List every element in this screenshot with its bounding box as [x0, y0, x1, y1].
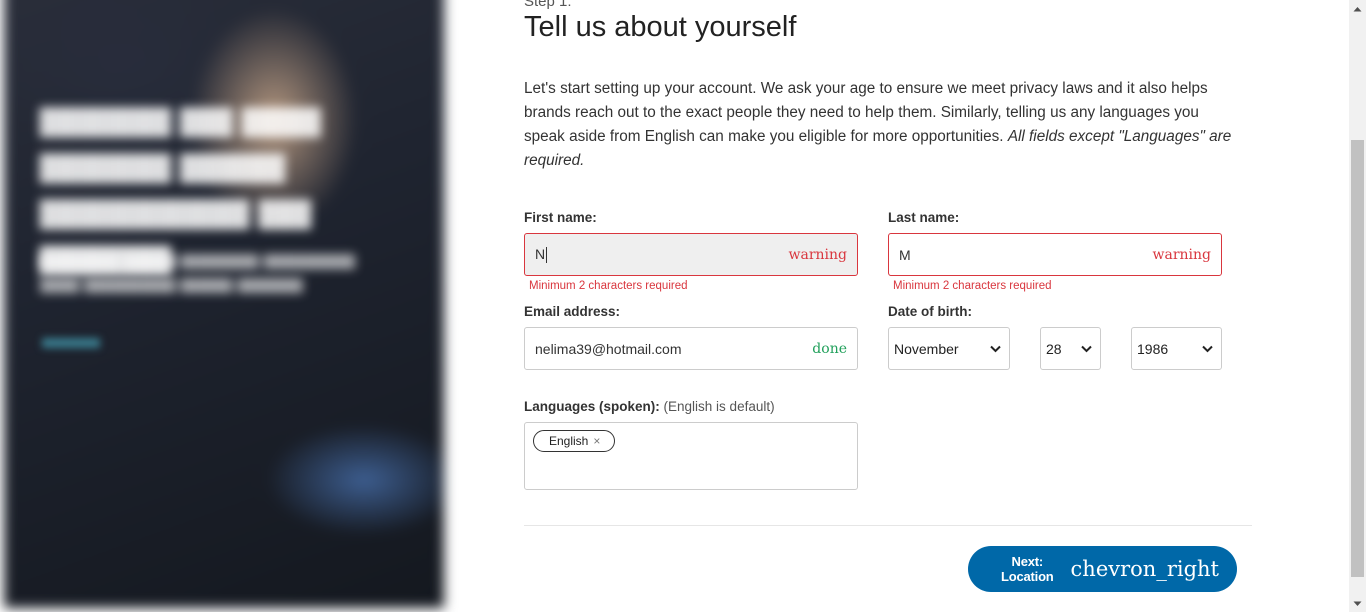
chevron-down-icon — [1081, 345, 1092, 352]
warning-icon: warning — [788, 246, 848, 263]
languages-label: Languages (spoken): (English is default) — [524, 399, 775, 414]
last-name-label: Last name: — [888, 210, 960, 225]
last-name-error: Minimum 2 characters required — [893, 280, 1052, 292]
scroll-down-icon[interactable] — [1349, 595, 1366, 612]
chevron-down-icon — [990, 345, 1001, 352]
language-chip-english[interactable]: English × — [533, 430, 616, 452]
warning-icon: warning — [1152, 246, 1212, 263]
dob-month-select[interactable]: November — [888, 327, 1010, 370]
chevron-down-icon — [1202, 345, 1213, 352]
last-name-input[interactable]: M warning — [888, 233, 1222, 276]
first-name-label: First name: — [524, 210, 597, 225]
first-name-value: N — [535, 245, 548, 264]
dob-day-select[interactable]: 28 — [1040, 327, 1101, 370]
hero-blurred-text: ▆▆▆▆▆▆ ▆▆▆▆ ▆▆▆▆▆▆ ▆▆▆▆▆▆▆ ▆▆▆ ▆▆▆▆▆▆▆ ▆… — [40, 250, 355, 293]
email-input[interactable]: nelima39@hotmail.com done — [524, 327, 858, 370]
page-title: Tell us about yourself — [524, 11, 797, 43]
step-label: Step 1: — [524, 0, 572, 10]
remove-chip-icon[interactable]: × — [593, 434, 600, 448]
next-location-button[interactable]: Next: Location chevron_right — [968, 546, 1237, 592]
language-chip-label: English — [549, 434, 589, 448]
scroll-thumb[interactable] — [1351, 140, 1364, 577]
dob-label: Date of birth: — [888, 304, 972, 319]
email-label: Email address: — [524, 304, 621, 319]
languages-label-text: Languages (spoken): — [524, 399, 660, 414]
first-name-error: Minimum 2 characters required — [529, 280, 688, 292]
chevron-right-icon: chevron_right — [1070, 557, 1219, 581]
done-icon: done — [812, 340, 847, 357]
languages-hint: (English is default) — [663, 399, 775, 414]
page-scrollbar[interactable] — [1349, 0, 1366, 612]
last-name-value: M — [899, 246, 911, 263]
scroll-up-icon[interactable] — [1349, 0, 1366, 17]
section-divider — [524, 525, 1252, 526]
next-button-label: Next: Location — [1000, 554, 1054, 584]
hero-panel: ▆▆▆▆▆ ▆▆ ▆▆▆ ▆▆▆▆▆ ▆▆▆▆ ▆▆▆▆▆▆▆▆ ▆▆ ▆▆▆▆… — [0, 0, 450, 612]
dob-year-value: 1986 — [1137, 340, 1169, 357]
languages-input[interactable]: English × — [524, 422, 858, 490]
email-value: nelima39@hotmail.com — [535, 340, 682, 357]
dob-day-value: 28 — [1046, 340, 1062, 357]
intro-text: Let's start setting up your account. We … — [524, 77, 1236, 173]
first-name-input[interactable]: N warning — [524, 233, 858, 276]
hero-image — [4, 0, 444, 608]
dob-year-select[interactable]: 1986 — [1131, 327, 1222, 370]
dob-month-value: November — [894, 340, 959, 357]
hero-blurred-link — [42, 338, 100, 348]
